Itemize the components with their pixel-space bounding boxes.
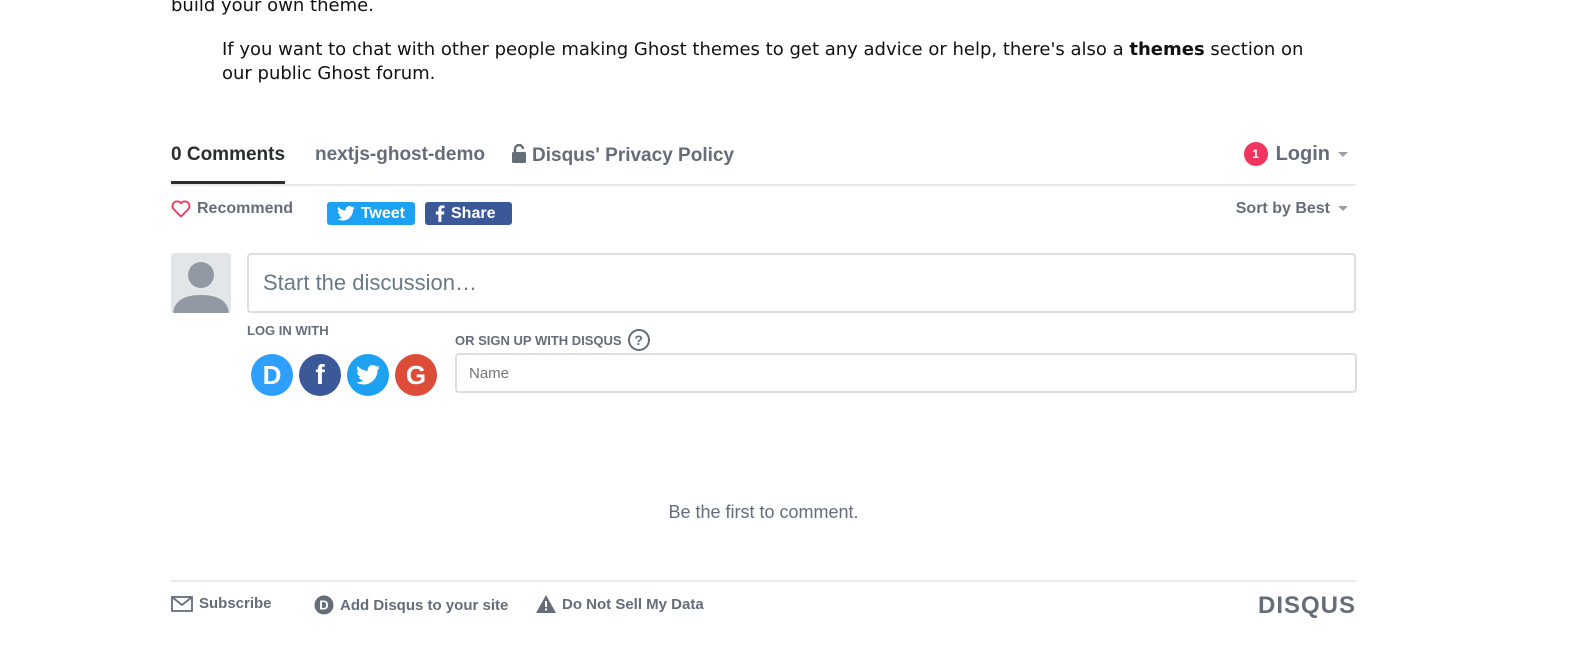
article-text-line: build your own theme. [171,0,374,16]
sort-label: Sort by Best [1235,200,1330,217]
tweet-button[interactable]: Tweet [327,202,415,225]
do-not-sell-link[interactable]: Do Not Sell My Data [536,595,704,613]
google-login-button[interactable]: G [395,354,437,396]
recommend-label: Recommend [197,200,294,217]
warning-icon [536,595,556,613]
disqus-logo[interactable]: DISQUS [1258,592,1356,620]
tweet-label: Tweet [360,204,405,222]
facebook-icon: f [315,359,325,390]
chevron-down-icon [1338,151,1348,157]
disqus-d-icon: D [314,595,334,615]
add-disqus-link[interactable]: D Add Disqus to your site [314,595,508,615]
heart-icon [171,200,191,218]
tab-privacy-policy[interactable]: Disqus' Privacy Policy [512,144,734,167]
user-placeholder-icon [173,262,229,313]
subscribe-link[interactable]: Subscribe [171,595,272,612]
quote-text-part1: If you want to chat with other people ma… [222,39,1130,60]
subscribe-label: Subscribe [199,595,272,612]
name-input[interactable] [455,353,1357,393]
comment-composer: Start the discussion… LOG IN WITH OR SIG… [171,241,1357,401]
twitter-icon [356,365,380,385]
share-label: Share [451,204,496,222]
add-disqus-label: Add Disqus to your site [340,596,509,614]
tab-comments[interactable]: 0 Comments [171,144,285,166]
google-icon: G [405,359,427,390]
privacy-tab-label: Disqus' Privacy Policy [532,145,735,166]
notification-badge[interactable]: 1 [1243,142,1268,166]
signup-with-disqus: OR SIGN UP WITH DISQUS ? [455,329,650,351]
lock-icon [512,144,526,163]
disqus-thread: 0 Comments nextjs-ghost-demo Disqus' Pri… [171,130,1357,619]
chevron-down-icon [1338,206,1348,212]
login-menu[interactable]: 1 Login [1243,142,1348,166]
twitter-login-button[interactable] [347,354,389,396]
article-quote: If you want to chat with other people ma… [222,38,1312,86]
signup-label: OR SIGN UP WITH DISQUS [455,332,622,348]
sort-dropdown[interactable]: Sort by Best [1236,200,1348,218]
help-icon[interactable]: ? [627,329,650,351]
empty-thread-message: Be the first to comment. [668,502,859,522]
comment-textarea[interactable]: Start the discussion… [247,253,1356,313]
disqus-toolbar: Recommend Tweet Share Sort by Best [171,186,1356,241]
disqus-footer: Subscribe D Add Disqus to your site Do N… [171,580,1356,627]
avatar [171,253,231,313]
login-with-label: LOG IN WITH [247,323,329,338]
svg-text:D: D [319,598,328,613]
recommend-button[interactable]: Recommend [171,200,293,218]
facebook-login-button[interactable]: f [299,354,341,396]
quote-bold-link[interactable]: themes [1129,39,1204,60]
disqus-nav: 0 Comments nextjs-ghost-demo Disqus' Pri… [171,130,1356,186]
login-label: Login [1275,142,1330,165]
do-not-sell-label: Do Not Sell My Data [562,595,704,613]
disqus-login-button[interactable]: D [251,354,293,396]
tab-community[interactable]: nextjs-ghost-demo [315,144,485,166]
facebook-icon [435,205,445,222]
disqus-icon: D [262,359,282,390]
envelope-icon [171,595,193,612]
active-tab-underline [171,181,285,184]
twitter-icon [337,206,355,221]
facebook-share-button[interactable]: Share [425,202,512,225]
